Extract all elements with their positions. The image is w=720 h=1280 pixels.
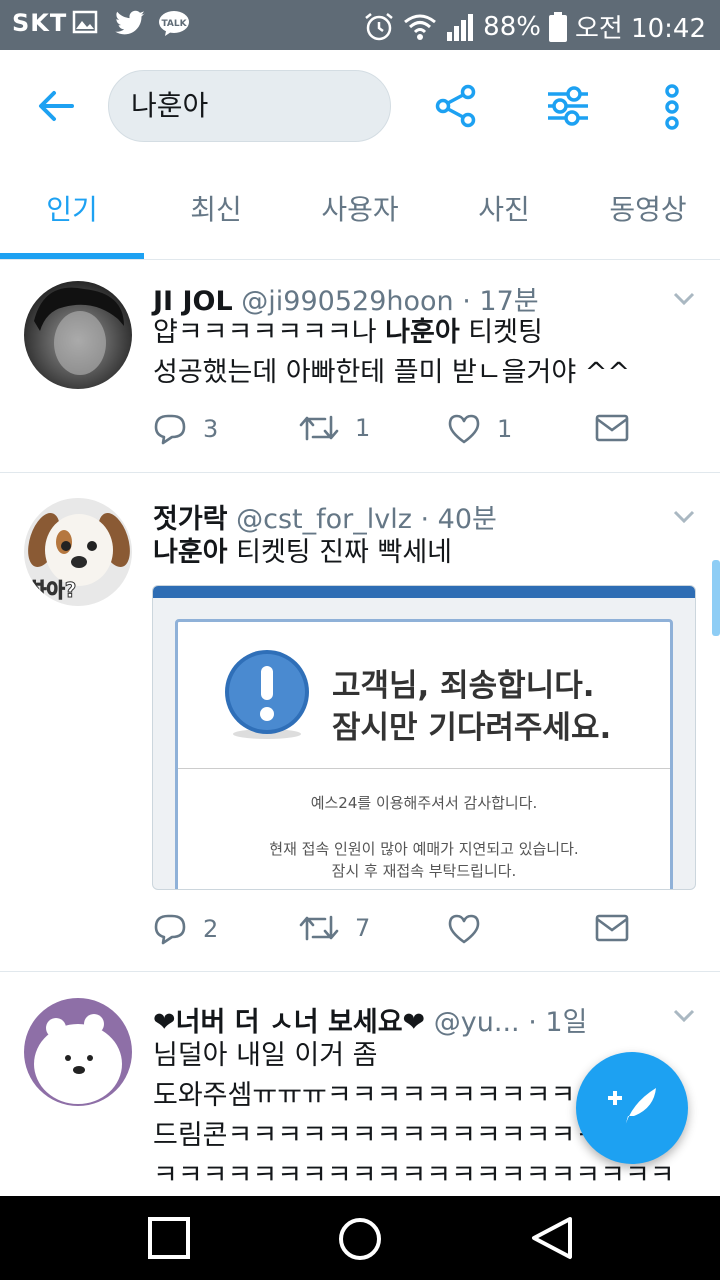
user-handle[interactable]: @cst_for_lvlz (236, 504, 412, 535)
envelope-icon (595, 914, 629, 942)
filter-settings-icon[interactable] (546, 86, 590, 126)
wifi-icon (404, 14, 437, 40)
reply-count: 3 (203, 415, 219, 443)
tab-photos[interactable]: 사진 (432, 160, 576, 260)
like-button[interactable] (447, 913, 481, 945)
chevron-down-icon[interactable] (672, 1008, 696, 1024)
search-highlight: 나훈아 (153, 537, 228, 568)
chevron-down-icon[interactable] (672, 291, 696, 307)
battery-percent: 88% (483, 11, 541, 42)
like-button[interactable]: 1 (447, 413, 512, 445)
search-tabs: 인기 최신 사용자 사진 동영상 (0, 160, 720, 260)
notice-divider (178, 768, 670, 769)
avatar-caption: 하아? (27, 578, 77, 603)
active-tab-indicator (0, 253, 144, 259)
tweet-item[interactable]: JI JOL @ji990529hoon · 17분 얍ㅋㅋㅋㅋㅋㅋㅋ나 나훈아… (0, 261, 720, 473)
tweet-text-line: 성공했는데 아빠한테 플미 받ㄴ을거야 ^^ (153, 357, 631, 388)
alarm-icon (365, 12, 393, 40)
reply-button[interactable]: 3 (153, 413, 218, 445)
tweet-text-line: 도와주셈ㅠㅠㅠㅋㅋㅋㅋㅋㅋㅋㅋㅋㅋ (153, 1080, 576, 1111)
tab-top[interactable]: 인기 (0, 160, 144, 260)
notice-text: 잠시 후 재접속 부탁드립니다. (331, 862, 517, 880)
avatar[interactable] (24, 998, 132, 1106)
tweet-text-line: ㅋㅋㅋㅋㅋㅋㅋㅋㅋㅋㅋㅋㅋㅋㅋㅋㅋㅋㅋㅋㅋ (153, 1160, 675, 1191)
compose-feather-icon (608, 1088, 656, 1130)
chevron-down-icon[interactable] (672, 509, 696, 525)
recent-apps-icon[interactable] (148, 1217, 190, 1259)
notice-text: 현재 접속 인원이 많아 예매가 지연되고 있습니다. (269, 840, 579, 858)
back-arrow-icon[interactable] (36, 86, 76, 126)
retweet-button[interactable]: 7 (299, 913, 370, 943)
reply-icon (154, 914, 186, 945)
twitter-notification-icon (115, 10, 145, 35)
status-bar: SKT TALK 88% 오전 10:42 (0, 0, 720, 50)
battery-icon (548, 11, 567, 42)
notice-box: 고객님, 죄송합니다. 잠시만 기다려주세요. 예스24를 이용해주셔서 감사합… (175, 619, 673, 889)
signal-icon (447, 13, 474, 41)
avatar[interactable] (24, 281, 132, 389)
notice-subheading: 잠시만 기다려주세요. (332, 710, 612, 746)
tab-videos[interactable]: 동영상 (576, 160, 720, 260)
avatar[interactable]: 하아? (24, 498, 132, 606)
display-name[interactable]: 젓가락 (153, 504, 228, 535)
kakaotalk-icon: TALK (159, 11, 189, 36)
reply-button[interactable]: 2 (153, 913, 218, 945)
retweet-icon (299, 415, 339, 441)
retweet-count: 7 (355, 914, 371, 942)
heart-icon (448, 914, 480, 944)
direct-message-button[interactable] (595, 913, 629, 943)
home-icon[interactable] (338, 1217, 382, 1261)
back-icon[interactable] (530, 1216, 574, 1260)
tweet-time: · 40분 (420, 504, 497, 535)
exclamation-icon (225, 650, 309, 739)
tweet-text-line: 드림콘ㅋㅋㅋㅋㅋㅋㅋㅋㅋㅋㅋㅋㅋㅋㅋㅋ (153, 1120, 625, 1151)
android-nav-bar (0, 1196, 720, 1280)
tweet-text-line: 나훈아 티켓팅 진짜 빡세네 (153, 537, 452, 568)
like-count: 1 (497, 415, 513, 443)
app-bar: 나훈아 (0, 50, 720, 160)
envelope-icon (595, 414, 629, 442)
more-options-icon[interactable] (662, 84, 682, 130)
gallery-icon (72, 10, 98, 34)
carrier-label: SKT (12, 9, 68, 37)
reply-icon (154, 414, 186, 445)
display-name[interactable]: ❤너버 더 ㅅ너 보세요❤ (153, 1007, 425, 1038)
user-handle[interactable]: @yu... (434, 1007, 520, 1038)
retweet-icon (299, 915, 339, 941)
compose-tweet-button[interactable] (576, 1052, 688, 1164)
reply-count: 2 (203, 915, 219, 943)
search-highlight: 나훈아 (385, 317, 460, 348)
notice-heading: 고객님, 죄송합니다. (332, 668, 595, 704)
tab-people[interactable]: 사용자 (288, 160, 432, 260)
svg-text:TALK: TALK (161, 19, 187, 29)
heart-icon (448, 414, 480, 444)
search-input[interactable]: 나훈아 (108, 70, 391, 142)
tab-latest[interactable]: 최신 (144, 160, 288, 260)
retweet-count: 1 (355, 414, 371, 442)
image-top-bar (153, 586, 695, 598)
direct-message-button[interactable] (595, 413, 629, 443)
tweet-image[interactable]: 고객님, 죄송합니다. 잠시만 기다려주세요. 예스24를 이용해주셔서 감사합… (152, 585, 696, 890)
tweet-text-line: 님덜아 내일 이거 좀 (153, 1040, 378, 1071)
notice-text: 예스24를 이용해주셔서 감사합니다. (310, 794, 538, 812)
share-icon[interactable] (434, 84, 478, 128)
retweet-button[interactable]: 1 (299, 413, 370, 443)
scrollbar[interactable] (712, 560, 720, 636)
clock: 오전 10:42 (574, 14, 706, 44)
tweet-time: · 1일 (528, 1007, 588, 1038)
tweet-text-line: 얍ㅋㅋㅋㅋㅋㅋㅋ나 나훈아 티켓팅 (153, 317, 543, 348)
